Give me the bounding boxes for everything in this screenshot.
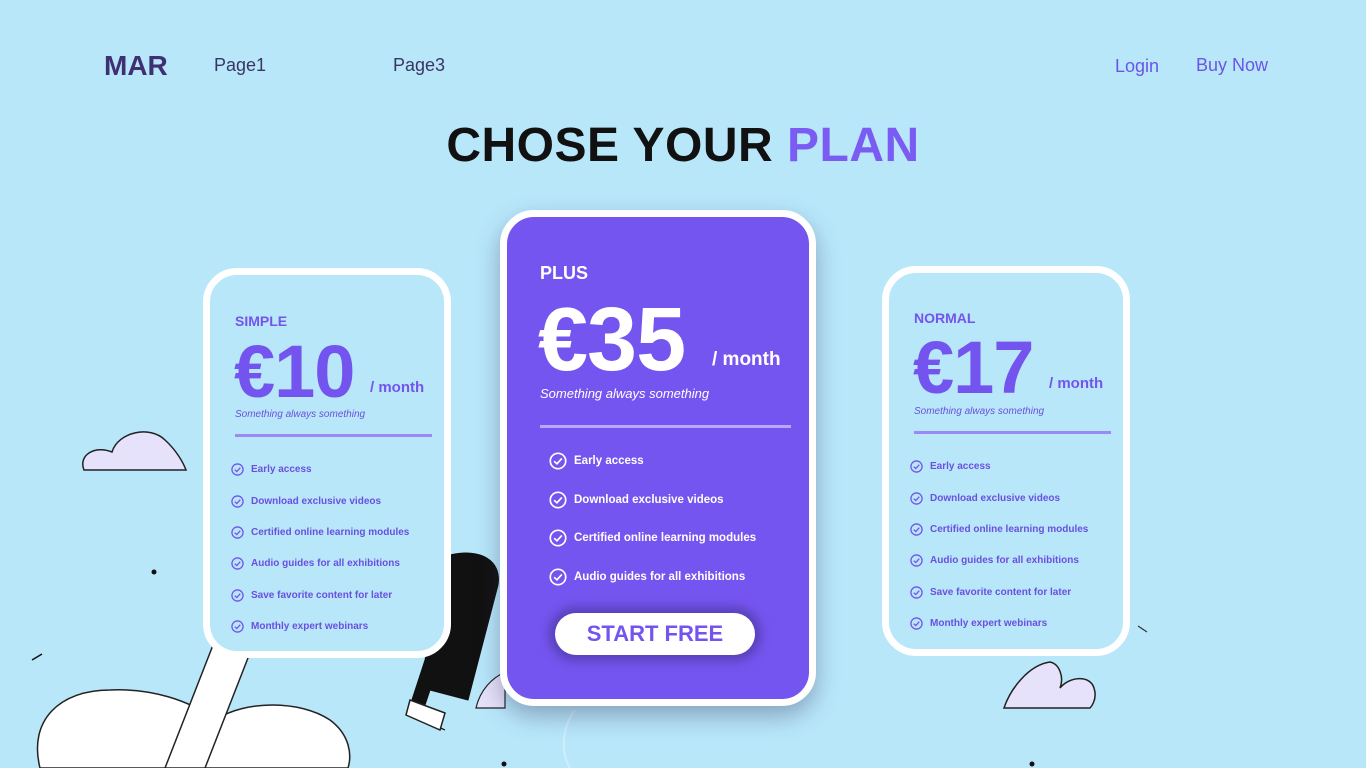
page-title: CHOSE YOUR PLAN (0, 118, 1366, 173)
plan-divider (540, 425, 791, 428)
feature-item: Save favorite content for later (910, 577, 1088, 608)
faint-arc (562, 709, 576, 768)
plan-name: SIMPLE (235, 313, 288, 329)
feature-list: Early access Download exclusive videos C… (231, 454, 409, 642)
plan-period: / month (712, 349, 781, 370)
plan-tagline: Something always something (235, 409, 366, 420)
feature-list: Early access Download exclusive videos C… (549, 442, 756, 596)
plan-name: NORMAL (914, 310, 976, 326)
plan-divider (235, 434, 432, 437)
feature-item: Save favorite content for later (231, 580, 409, 611)
dash (31, 653, 43, 661)
plan-divider (914, 431, 1111, 434)
plan-price: €35 (538, 290, 686, 390)
dot (1029, 761, 1035, 767)
check-circle-icon (231, 589, 244, 602)
nav-link-page1[interactable]: Page1 (214, 55, 266, 76)
check-circle-icon (549, 529, 567, 548)
check-circle-icon (231, 526, 244, 539)
logo[interactable]: MAR (104, 50, 168, 82)
check-circle-icon (910, 586, 923, 599)
plan-period: / month (370, 379, 425, 396)
login-link[interactable]: Login (1115, 56, 1159, 77)
check-circle-icon (231, 463, 244, 476)
check-circle-icon (910, 617, 923, 630)
check-circle-icon (910, 491, 923, 505)
plan-tagline: Something always something (540, 386, 710, 401)
check-circle-icon (549, 452, 567, 470)
plan-card-plus[interactable]: PLUS €35 / month Something always someth… (500, 210, 816, 706)
plan-card-simple[interactable]: SIMPLE €10 / month Something always some… (203, 268, 451, 658)
feature-item: Audio guides for all exhibitions (549, 558, 756, 597)
nav-link-page3[interactable]: Page3 (393, 55, 445, 76)
feature-list: Early access Download exclusive videos C… (910, 451, 1088, 639)
feature-item: Download exclusive videos (910, 482, 1088, 513)
feature-item: Monthly expert webinars (231, 611, 409, 642)
dot (151, 569, 157, 575)
plan-period: / month (1049, 375, 1104, 392)
feature-item: Certified online learning modules (231, 517, 409, 548)
check-circle-icon (910, 460, 923, 473)
feature-item: Early access (910, 451, 1088, 482)
feature-item: Certified online learning modules (549, 519, 756, 558)
dash (1137, 625, 1148, 633)
feature-item: Download exclusive videos (549, 481, 756, 520)
plan-price: €17 (913, 326, 1034, 409)
check-circle-icon (231, 620, 244, 633)
check-circle-icon (910, 523, 923, 536)
check-circle-icon (549, 568, 567, 586)
plan-tagline: Something always something (914, 406, 1045, 417)
feature-item: Early access (549, 442, 756, 481)
feature-item: Monthly expert webinars (910, 608, 1088, 639)
buy-now-link[interactable]: Buy Now (1196, 55, 1268, 76)
feature-item: Certified online learning modules (910, 514, 1088, 545)
plan-name: PLUS (540, 263, 589, 283)
check-circle-icon (231, 557, 244, 571)
check-circle-icon (549, 491, 567, 509)
start-free-button[interactable]: START FREE (555, 613, 755, 655)
plan-card-normal[interactable]: NORMAL €17 / month Something always some… (882, 266, 1130, 656)
page-title-main: CHOSE YOUR (446, 119, 787, 172)
feature-item: Download exclusive videos (231, 485, 409, 516)
cloud-right (1002, 661, 1096, 709)
feature-item: Early access (231, 454, 409, 485)
check-circle-icon (231, 494, 244, 508)
check-circle-icon (910, 554, 923, 568)
page-title-accent: PLAN (787, 119, 920, 172)
cloud-left (82, 431, 188, 471)
dot (501, 761, 507, 767)
feature-item: Audio guides for all exhibitions (231, 548, 409, 579)
plan-price: €10 (234, 330, 355, 413)
feature-item: Audio guides for all exhibitions (910, 545, 1088, 576)
